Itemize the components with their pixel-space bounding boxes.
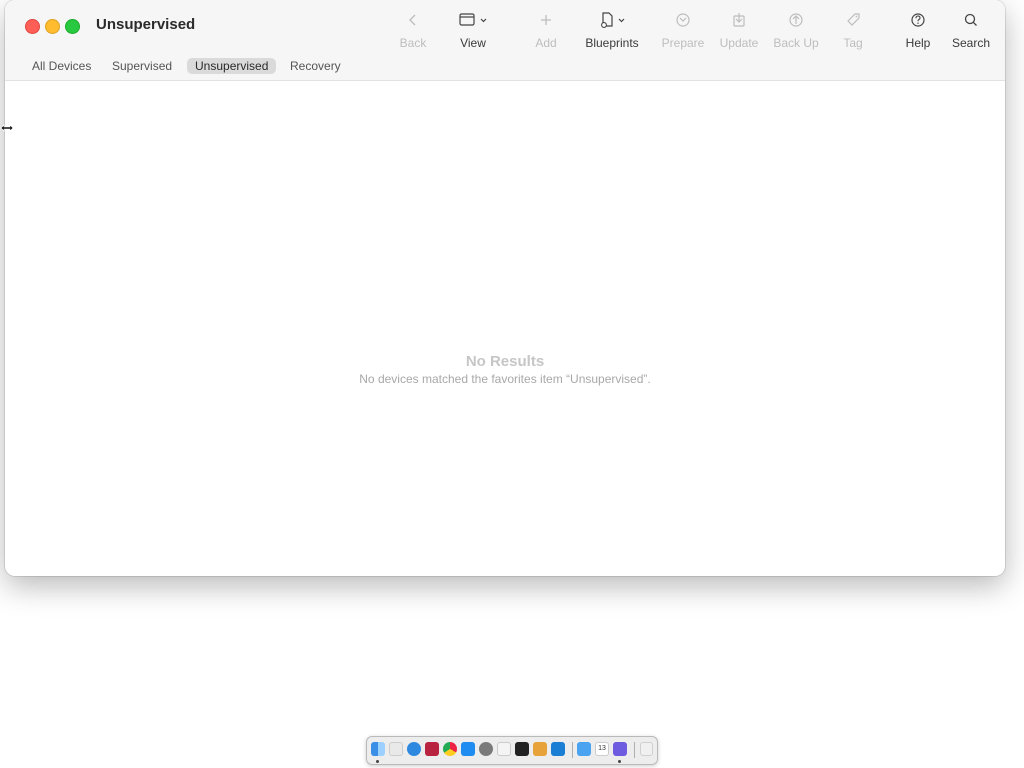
finder-icon[interactable] xyxy=(371,742,385,756)
back-label: Back xyxy=(399,36,427,50)
tag-button[interactable]: Tag xyxy=(839,10,867,50)
photo-booth-icon[interactable] xyxy=(425,742,439,756)
blueprint-icon xyxy=(583,10,641,30)
help-button[interactable]: Help xyxy=(901,10,935,50)
back-button[interactable]: Back xyxy=(395,10,431,50)
finder-running-indicator xyxy=(376,760,379,763)
add-label: Add xyxy=(535,36,557,50)
update-label: Update xyxy=(719,36,759,50)
back-up-button[interactable]: Back Up xyxy=(771,10,821,50)
tab-supervised[interactable]: Supervised xyxy=(104,58,180,74)
prepare-button[interactable]: Prepare xyxy=(660,10,706,50)
help-label: Help xyxy=(905,36,931,50)
prepare-label: Prepare xyxy=(661,36,705,50)
update-button[interactable]: Update xyxy=(717,10,761,50)
resize-cursor-icon xyxy=(0,121,14,139)
view-window-icon xyxy=(451,10,495,30)
no-results-message: No devices matched the favorites item “U… xyxy=(359,372,651,386)
prepare-icon xyxy=(660,10,706,30)
safari-icon[interactable] xyxy=(407,742,421,756)
blueprints-label: Blueprints xyxy=(585,36,639,50)
tab-all-devices[interactable]: All Devices xyxy=(24,58,99,74)
configurator-running-indicator xyxy=(618,760,621,763)
no-results-title: No Results xyxy=(465,353,545,370)
chevron-left-icon xyxy=(395,10,431,30)
notes-icon[interactable] xyxy=(497,742,511,756)
downloads-icon[interactable] xyxy=(577,742,591,756)
plus-icon xyxy=(529,10,563,30)
system-settings-icon[interactable] xyxy=(479,742,493,756)
apple-configurator-window-icon[interactable] xyxy=(613,742,627,756)
tag-label: Tag xyxy=(843,36,863,50)
search-label: Search xyxy=(951,36,991,50)
title-bar: Unsupervised Back View Add Blueprints Pr… xyxy=(5,0,1005,52)
search-icon xyxy=(949,10,993,30)
question-mark-icon xyxy=(901,10,935,30)
calendar-icon[interactable]: 13 xyxy=(595,742,609,756)
update-download-icon xyxy=(717,10,761,30)
tab-recovery[interactable]: Recovery xyxy=(282,58,349,74)
view-label: View xyxy=(460,36,486,50)
close-window-button[interactable] xyxy=(25,19,40,34)
minimize-window-button[interactable] xyxy=(45,19,60,34)
dock: 13 xyxy=(366,736,658,765)
trash-icon[interactable] xyxy=(640,742,653,756)
app-store-icon[interactable] xyxy=(461,742,475,756)
add-button[interactable]: Add xyxy=(529,10,563,50)
back-up-label: Back Up xyxy=(773,36,819,50)
terminal-icon[interactable] xyxy=(515,742,529,756)
app-window: Unsupervised Back View Add Blueprints Pr… xyxy=(5,0,1005,576)
search-button[interactable]: Search xyxy=(949,10,993,50)
zoom-window-button[interactable] xyxy=(65,19,80,34)
blueprints-menu-button[interactable]: Blueprints xyxy=(583,10,641,50)
tab-unsupervised[interactable]: Unsupervised xyxy=(187,58,277,74)
favorites-bar: All Devices Supervised Unsupervised Reco… xyxy=(5,52,1005,81)
launchpad-icon[interactable] xyxy=(389,742,403,756)
backup-arrow-up-icon xyxy=(771,10,821,30)
apple-configurator-icon[interactable] xyxy=(533,742,547,756)
view-menu-button[interactable]: View xyxy=(451,10,495,50)
tag-icon xyxy=(839,10,867,30)
vscode-icon[interactable] xyxy=(551,742,565,756)
dock-separator xyxy=(572,742,573,758)
dock-separator-2 xyxy=(634,742,635,758)
chrome-icon[interactable] xyxy=(443,742,457,756)
window-title: Unsupervised xyxy=(96,16,196,33)
